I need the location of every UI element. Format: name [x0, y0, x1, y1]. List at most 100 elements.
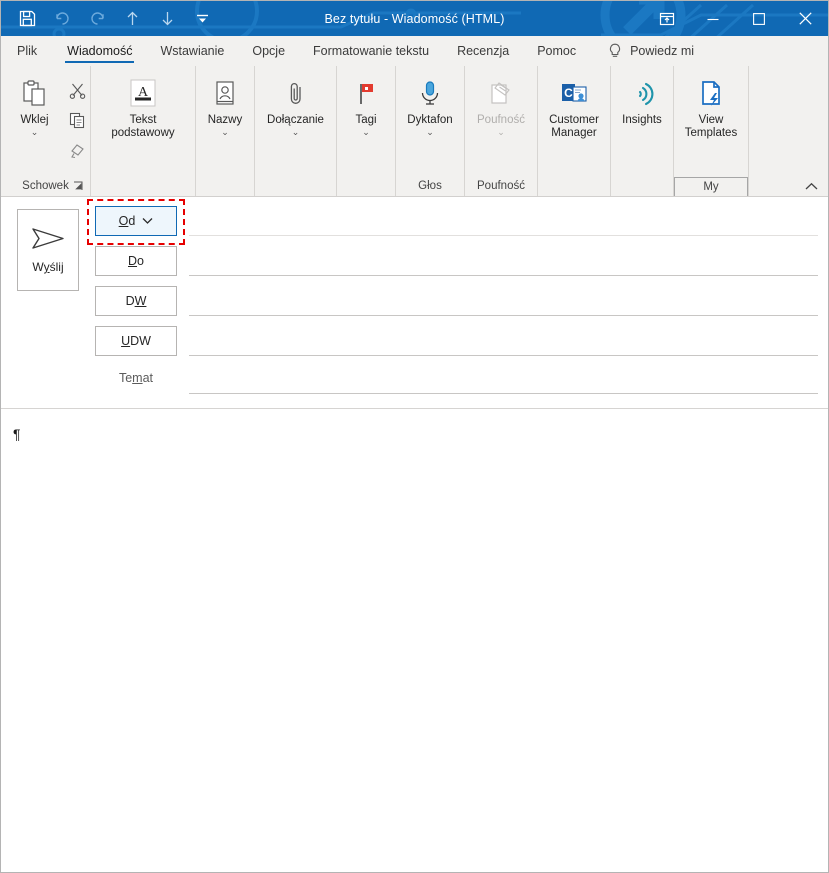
maximize-button[interactable]: [736, 1, 782, 36]
subject-field-label: Te m at: [118, 371, 154, 385]
ribbon-group-label-glos: Głos: [418, 180, 442, 192]
copy-icon[interactable]: [64, 108, 90, 132]
attach-button[interactable]: Dołączanie ⌄: [255, 72, 336, 137]
send-arrow-icon: [30, 226, 66, 254]
subject-field-row: Te m at: [95, 366, 818, 402]
customize-qat-icon[interactable]: [191, 7, 213, 31]
paperclip-icon: [281, 76, 311, 112]
paintbrush-icon[interactable]: [64, 138, 90, 162]
to-field-label: Do: [128, 254, 144, 268]
insights-icon: [627, 76, 657, 112]
basic-text-button[interactable]: A Tekst podstawowy: [91, 72, 195, 140]
subject-field-input[interactable]: [189, 366, 818, 394]
red-flag-icon: [351, 76, 381, 112]
ribbon: Wklej ⌄ Schowek A Tekst podstawowy Nazwy…: [1, 66, 828, 197]
close-button[interactable]: [782, 1, 828, 36]
ribbon-group-schowek: Wklej ⌄ Schowek: [1, 66, 90, 196]
names-caret-icon[interactable]: ⌄: [221, 128, 229, 137]
customer-manager-button[interactable]: C Customer Manager: [538, 72, 610, 140]
tab-opcje[interactable]: Opcje: [238, 36, 299, 65]
lightbulb-icon: [608, 43, 622, 59]
send-label: Wyślij: [32, 260, 64, 274]
view-templates-label: View Templates: [684, 114, 738, 139]
ribbon-group-tagi: Tagi ⌄: [336, 66, 395, 196]
to-field-input[interactable]: [189, 246, 818, 276]
underlined-a-icon: A: [126, 76, 160, 112]
ribbon-group-customer-manager: C Customer Manager: [537, 66, 610, 196]
minimize-button[interactable]: [690, 1, 736, 36]
ribbon-group-dolaczanie: Dołączanie ⌄: [254, 66, 336, 196]
bcc-field-label: UDW: [121, 334, 151, 348]
save-icon[interactable]: [16, 7, 38, 31]
sensitivity-caret-icon[interactable]: ⌄: [497, 128, 505, 137]
tab-formatowanie-tekstu[interactable]: Formatowanie tekstu: [299, 36, 443, 65]
paste-label: Wklej: [20, 114, 49, 126]
ribbon-tabs[interactable]: Plik Wiadomość Wstawianie Opcje Formatow…: [1, 36, 828, 66]
ribbon-group-tekst-podstawowy: A Tekst podstawowy: [90, 66, 195, 196]
quick-access-toolbar[interactable]: [1, 7, 213, 31]
ribbon-display-options-icon[interactable]: [644, 1, 690, 36]
from-field-row: Od: [95, 206, 818, 246]
collapse-ribbon-icon[interactable]: [802, 178, 820, 194]
ribbon-group-my-templates: View Templates My Templates: [673, 66, 748, 196]
attach-caret-icon[interactable]: ⌄: [292, 128, 300, 137]
names-button[interactable]: Nazwy ⌄: [196, 72, 254, 137]
title-bar: Bez tytułu - Wiadomość (HTML): [1, 1, 828, 36]
paste-button[interactable]: Wklej ⌄: [9, 72, 60, 137]
paste-caret-icon[interactable]: ⌄: [31, 128, 39, 137]
tab-pomoc[interactable]: Pomoc: [523, 36, 590, 65]
dictate-caret-icon[interactable]: ⌄: [426, 128, 434, 137]
send-column: Wyślij: [1, 206, 95, 402]
from-field-input[interactable]: [189, 206, 818, 236]
tab-recenzja[interactable]: Recenzja: [443, 36, 523, 65]
from-field-button[interactable]: Od: [95, 206, 177, 236]
to-field-button[interactable]: Do: [95, 246, 177, 276]
attach-label: Dołączanie: [267, 114, 324, 126]
dialog-launcher-icon[interactable]: [73, 180, 84, 191]
cc-field-button[interactable]: DW: [95, 286, 177, 316]
ribbon-group-label-nazwy: [196, 177, 254, 196]
tab-wiadomosc[interactable]: Wiadomość: [53, 36, 146, 65]
message-body[interactable]: ¶: [1, 409, 828, 872]
bcc-field-input[interactable]: [189, 326, 818, 356]
chevron-down-icon: [142, 217, 153, 225]
scissors-icon[interactable]: [64, 78, 90, 102]
cc-field-row: DW: [95, 286, 818, 326]
ribbon-group-poufnosc: Poufność ⌄ Poufność: [464, 66, 537, 196]
tab-wstawianie[interactable]: Wstawianie: [146, 36, 238, 65]
outlook-compose-window: Bez tytułu - Wiadomość (HTML) Plik Wiado…: [0, 0, 829, 873]
tab-plik[interactable]: Plik: [1, 36, 53, 65]
template-document-icon: [696, 76, 726, 112]
ribbon-group-nazwy: Nazwy ⌄: [195, 66, 254, 196]
cc-field-input[interactable]: [189, 286, 818, 316]
ribbon-group-label-insights: [611, 177, 673, 196]
names-label: Nazwy: [207, 114, 243, 126]
dictate-button[interactable]: Dyktafon ⌄: [396, 72, 464, 137]
previous-item-icon[interactable]: [121, 7, 143, 31]
tell-me-label: Powiedz mi: [630, 43, 695, 58]
redo-icon[interactable]: [86, 7, 108, 31]
undo-icon[interactable]: [51, 7, 73, 31]
my-templates-label: My Templates: [674, 177, 748, 196]
tags-button[interactable]: Tagi ⌄: [337, 72, 395, 137]
ribbon-group-label-dolaczanie: [255, 177, 336, 196]
ribbon-group-insights: Insights: [610, 66, 673, 196]
ribbon-empty-area: [748, 66, 828, 196]
tags-caret-icon[interactable]: ⌄: [362, 128, 370, 137]
sensitivity-button[interactable]: Poufność ⌄: [465, 72, 537, 137]
basic-text-label: Tekst podstawowy: [111, 114, 175, 139]
to-field-row: Do: [95, 246, 818, 286]
sensitivity-label: Poufność: [477, 114, 525, 126]
paragraph-mark: ¶: [13, 426, 21, 442]
bcc-field-button[interactable]: UDW: [95, 326, 177, 356]
window-controls[interactable]: [644, 1, 828, 36]
send-button[interactable]: Wyślij: [17, 209, 79, 291]
insights-button[interactable]: Insights: [611, 72, 673, 127]
schowek-label: Schowek: [22, 180, 69, 192]
tell-me-box[interactable]: Powiedz mi: [590, 36, 694, 65]
ribbon-group-label-poufnosc: Poufność: [477, 180, 525, 192]
view-templates-button[interactable]: View Templates: [674, 72, 748, 140]
tags-label: Tagi: [355, 114, 377, 126]
bcc-field-row: UDW: [95, 326, 818, 366]
next-item-icon[interactable]: [156, 7, 178, 31]
